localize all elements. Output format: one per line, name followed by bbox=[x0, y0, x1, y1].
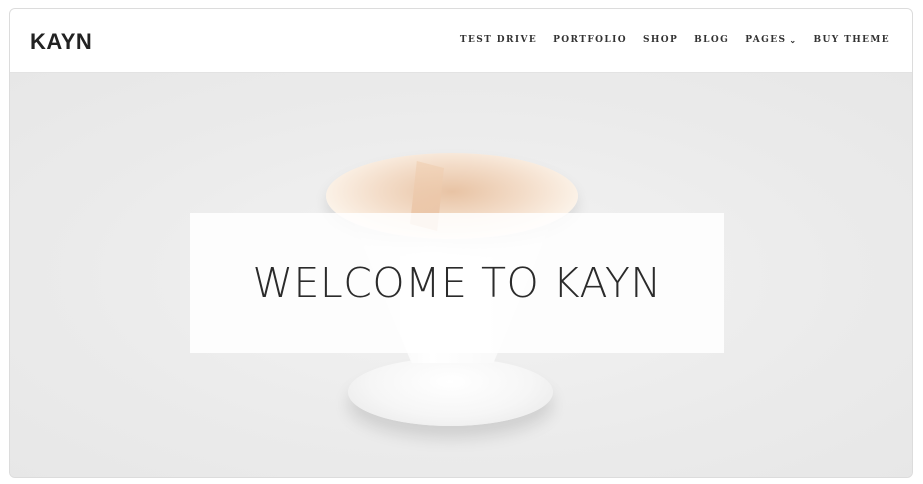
nav-item-test-drive[interactable]: TEST DRIVE bbox=[460, 35, 537, 45]
browser-frame: KAYN TEST DRIVE PORTFOLIO SHOP BLOG PAGE… bbox=[9, 8, 913, 478]
nav-item-buy-theme[interactable]: BUY THEME bbox=[814, 35, 891, 45]
hero-title: WELCOME TO KAYN bbox=[252, 259, 662, 307]
main-nav: TEST DRIVE PORTFOLIO SHOP BLOG PAGES ⌄ B… bbox=[460, 35, 890, 45]
chevron-down-icon: ⌄ bbox=[789, 35, 798, 45]
site-header: KAYN TEST DRIVE PORTFOLIO SHOP BLOG PAGE… bbox=[10, 9, 912, 73]
nav-item-shop[interactable]: SHOP bbox=[643, 35, 678, 45]
nav-item-pages[interactable]: PAGES ⌄ bbox=[745, 35, 797, 45]
site-logo[interactable]: KAYN bbox=[30, 31, 92, 53]
welcome-banner: WELCOME TO KAYN bbox=[190, 213, 724, 353]
nav-item-blog[interactable]: BLOG bbox=[694, 35, 729, 45]
nav-item-portfolio[interactable]: PORTFOLIO bbox=[553, 35, 627, 45]
coffee-dripper-base bbox=[348, 358, 553, 426]
hero-section: WELCOME TO KAYN bbox=[10, 73, 912, 477]
nav-item-pages-label: PAGES bbox=[745, 35, 787, 45]
